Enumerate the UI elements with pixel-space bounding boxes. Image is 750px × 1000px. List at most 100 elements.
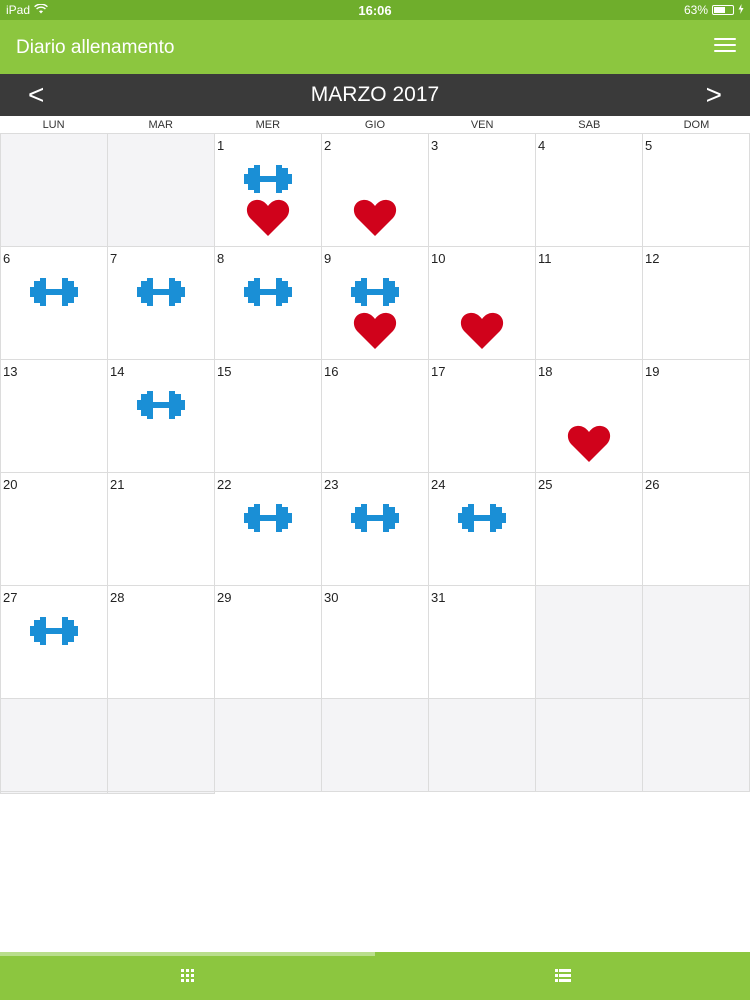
day-number: 26 — [645, 477, 660, 492]
day-number: 19 — [645, 364, 660, 379]
day-cell[interactable]: 7 — [108, 247, 215, 360]
weekday-label: GIO — [364, 119, 386, 131]
heart-icon — [353, 199, 397, 236]
day-number: 22 — [217, 477, 232, 492]
day-number: 11 — [538, 251, 552, 266]
status-right: 63% — [684, 3, 744, 17]
tab-list[interactable] — [375, 952, 750, 1000]
empty-day-cell — [108, 134, 215, 247]
day-number: 7 — [110, 251, 118, 266]
day-number: 31 — [431, 590, 446, 605]
day-cell[interactable]: 14 — [108, 360, 215, 473]
dumbbell-icon — [30, 617, 78, 645]
day-cell[interactable]: 15 — [215, 360, 322, 473]
day-cell[interactable]: 22 — [215, 473, 322, 586]
day-number: 16 — [324, 364, 339, 379]
battery-text: 63% — [683, 3, 708, 17]
day-number: 20 — [3, 477, 18, 492]
day-number: 10 — [431, 251, 446, 266]
day-number: 14 — [110, 364, 125, 379]
weekday-label: LUN — [42, 119, 65, 131]
weekday-label: MAR — [148, 119, 173, 131]
day-cell[interactable]: 19 — [643, 360, 750, 473]
day-number: 3 — [431, 138, 439, 153]
day-cell[interactable]: 4 — [536, 134, 643, 247]
empty-day-cell — [536, 586, 643, 699]
empty-day-cell — [1, 699, 108, 792]
day-cell[interactable]: 20 — [1, 473, 108, 586]
day-cell[interactable]: 1 — [215, 134, 322, 247]
day-number: 25 — [538, 477, 553, 492]
empty-day-cell — [643, 699, 750, 792]
day-cell[interactable]: 17 — [429, 360, 536, 473]
battery-icon — [712, 5, 734, 15]
day-number: 18 — [538, 364, 553, 379]
day-number: 17 — [431, 364, 446, 379]
day-cell[interactable]: 12 — [643, 247, 750, 360]
heart-icon — [460, 312, 504, 349]
day-cell[interactable]: 11 — [536, 247, 643, 360]
month-title: MARZO 2017 — [310, 83, 440, 106]
day-number: 8 — [217, 251, 225, 266]
day-cell[interactable]: 29 — [215, 586, 322, 699]
dumbbell-icon — [244, 278, 292, 306]
day-cell[interactable]: 3 — [429, 134, 536, 247]
day-number: 23 — [324, 477, 339, 492]
empty-day-cell — [215, 699, 322, 792]
day-number: 12 — [645, 251, 660, 266]
empty-day-cell — [1, 792, 108, 794]
battery-fill — [714, 7, 725, 13]
day-cell[interactable]: 21 — [108, 473, 215, 586]
day-cell[interactable]: 27 — [1, 586, 108, 699]
day-number: 9 — [324, 251, 332, 266]
day-number: 24 — [431, 477, 446, 492]
day-number: 29 — [217, 590, 232, 605]
day-cell[interactable]: 23 — [322, 473, 429, 586]
day-cell[interactable]: 9 — [322, 247, 429, 360]
day-cell[interactable]: 6 — [1, 247, 108, 360]
dumbbell-icon — [351, 504, 399, 532]
day-cell[interactable]: 26 — [643, 473, 750, 586]
dumbbell-icon — [244, 165, 292, 193]
day-number: 2 — [324, 138, 332, 153]
day-cell[interactable]: 5 — [643, 134, 750, 247]
empty-day-cell — [536, 699, 643, 792]
status-time: 16:06 — [358, 3, 392, 18]
status-bar: iPad 16:06 63% — [0, 0, 750, 20]
app-title: Diario allenamento — [16, 37, 175, 58]
day-cell[interactable]: 25 — [536, 473, 643, 586]
list-icon — [554, 969, 571, 982]
day-cell[interactable]: 18 — [536, 360, 643, 473]
day-number: 13 — [3, 364, 18, 379]
dumbbell-icon — [30, 278, 78, 306]
heart-icon — [246, 199, 290, 236]
heart-icon — [567, 425, 611, 462]
day-cell[interactable]: 8 — [215, 247, 322, 360]
day-number: 28 — [110, 590, 125, 605]
day-cell[interactable]: 28 — [108, 586, 215, 699]
calendar-grid: 1 2 3 4 5 6 7 8 9 10 11 12 13 14 15 16 17 18 19 20 21 22 23 24 2… — [0, 134, 750, 794]
weekday-label: DOM — [683, 119, 710, 131]
day-number: 4 — [538, 138, 546, 153]
weekday-header: LUN MAR MER GIO VEN SAB DOM — [0, 116, 750, 134]
day-cell[interactable]: 16 — [322, 360, 429, 473]
empty-day-cell — [429, 699, 536, 792]
dumbbell-icon — [137, 391, 185, 419]
tab-calendar-grid[interactable] — [0, 952, 375, 1000]
day-cell[interactable]: 2 — [322, 134, 429, 247]
next-month-button[interactable]: > — [706, 80, 722, 110]
day-cell[interactable]: 30 — [322, 586, 429, 699]
day-cell[interactable]: 10 — [429, 247, 536, 360]
weekday-label: MER — [255, 119, 281, 131]
day-cell[interactable]: 13 — [1, 360, 108, 473]
weekday-label: SAB — [578, 119, 601, 131]
day-cell[interactable]: 31 — [429, 586, 536, 699]
empty-day-cell — [108, 699, 215, 792]
hamburger-menu-icon[interactable] — [714, 38, 736, 56]
day-cell[interactable]: 24 — [429, 473, 536, 586]
heart-icon — [353, 312, 397, 349]
bottom-tab-bar — [0, 952, 750, 1000]
dumbbell-icon — [244, 504, 292, 532]
app-header: Diario allenamento — [0, 20, 750, 74]
day-number: 30 — [324, 590, 339, 605]
